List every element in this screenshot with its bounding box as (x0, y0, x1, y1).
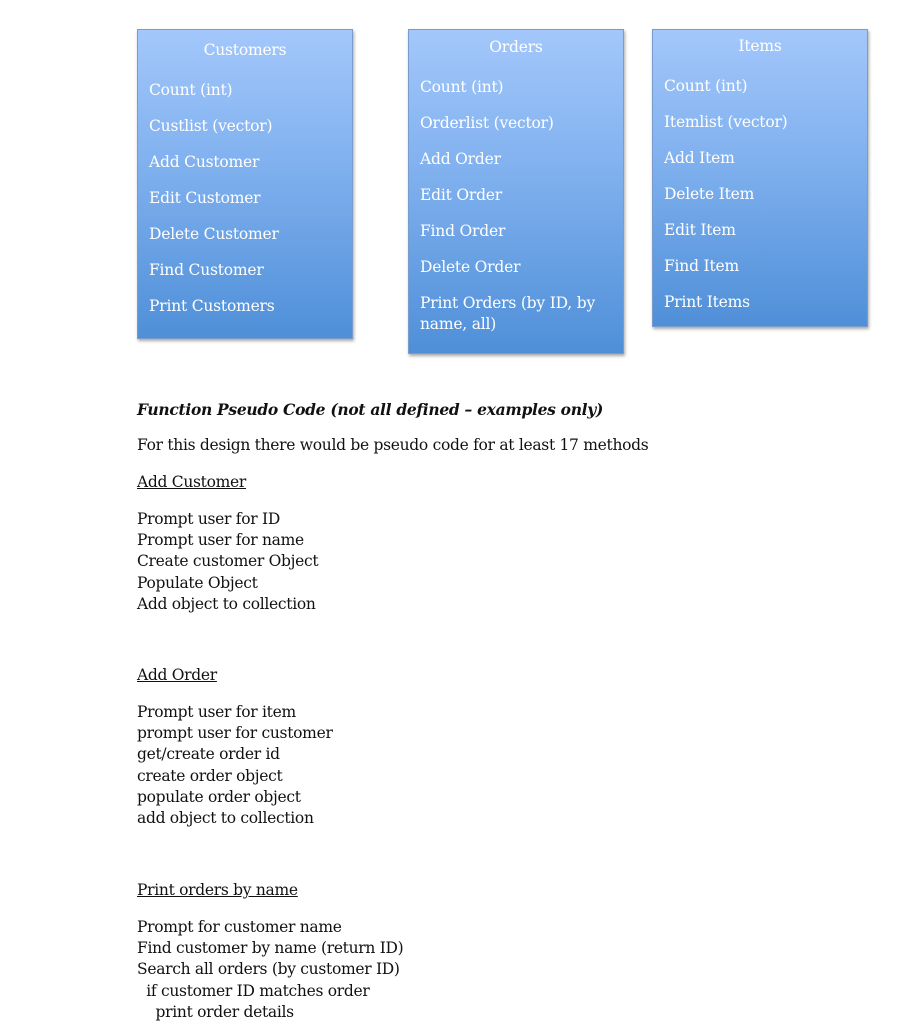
box-item: Delete Customer (149, 225, 279, 243)
box-item: Add Customer (149, 153, 260, 171)
code-line: Prompt user for name (137, 531, 304, 550)
box-item: Add Order (420, 150, 501, 168)
box-item: Count (int) (149, 81, 233, 99)
pseudo-code-add-order: Prompt user for item prompt user for cus… (137, 702, 333, 829)
code-line: Prompt user for item (137, 703, 296, 721)
code-line: if customer ID matches order (137, 981, 370, 1000)
box-item: Custlist (vector) (149, 117, 273, 135)
box-item: Delete Item (664, 185, 755, 203)
section-heading: Function Pseudo Code (not all defined – … (137, 400, 603, 419)
box-item: Edit Order (420, 186, 502, 204)
code-line: Add object to collection (137, 594, 316, 613)
box-item: Count (int) (664, 77, 748, 95)
code-line: Prompt for customer name (137, 918, 342, 936)
code-line: Create customer Object (137, 552, 319, 571)
box-item: Find Customer (149, 261, 264, 279)
code-line: add object to collection (137, 809, 314, 828)
code-line: Find customer by name (return ID) (137, 939, 404, 958)
code-line: Search all orders (by customer ID) (137, 960, 400, 979)
subheading-add-customer: Add Customer (137, 473, 247, 491)
box-item: Find Item (664, 257, 739, 275)
pseudo-code-print-orders-by-name: Prompt for customer name Find customer b… (137, 917, 404, 1023)
code-line: Populate Object (137, 573, 258, 592)
box-item: Print Customers (149, 297, 275, 315)
pseudo-code-add-customer: Prompt user for ID Prompt user for name … (137, 509, 319, 615)
code-line: print order details (137, 1002, 295, 1021)
box-item: Find Order (420, 222, 506, 240)
code-line: Prompt user for ID (137, 510, 280, 528)
orders-class-box: Orders Count (int) Orderlist (vector) Ad… (408, 29, 624, 354)
box-title: Customers (203, 41, 287, 59)
box-item: Add Item (664, 149, 735, 167)
box-item: Edit Item (664, 221, 736, 239)
subheading-print-orders-by-name: Print orders by name (137, 881, 298, 899)
box-item: Print Items (664, 293, 750, 311)
box-item: Itemlist (vector) (664, 113, 788, 131)
box-item: Count (int) (420, 78, 504, 96)
box-item: Print Orders (by ID, by name, all) (420, 294, 596, 333)
box-item: Delete Order (420, 258, 521, 276)
box-item: Orderlist (vector) (420, 114, 554, 132)
code-line: populate order object (137, 787, 301, 806)
box-title: Orders (489, 38, 543, 56)
items-class-box: Items Count (int) Itemlist (vector) Add … (652, 29, 868, 327)
box-title: Items (738, 37, 782, 55)
customers-class-box: Customers Count (int) Custlist (vector) … (137, 29, 353, 339)
box-item: Edit Customer (149, 189, 261, 207)
subheading-add-order: Add Order (137, 666, 217, 684)
intro-paragraph: For this design there would be pseudo co… (137, 436, 649, 454)
code-line: get/create order id (137, 745, 280, 764)
code-line: prompt user for customer (137, 724, 333, 743)
code-line: create order object (137, 766, 283, 785)
